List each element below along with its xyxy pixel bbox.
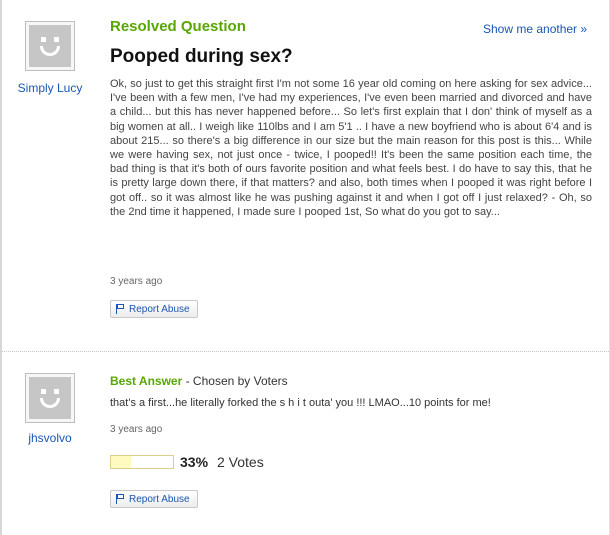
default-avatar-icon xyxy=(29,377,71,419)
best-answer-heading: Best Answer - Chosen by Voters xyxy=(110,374,288,388)
report-abuse-label: Report Abuse xyxy=(129,303,190,315)
best-answer-body: that's a first...he literally forked the… xyxy=(110,397,491,409)
answerer-avatar[interactable] xyxy=(25,373,75,423)
report-abuse-label: Report Abuse xyxy=(129,493,190,505)
flag-icon xyxy=(116,304,125,314)
resolved-question-heading: Resolved Question xyxy=(110,18,246,35)
default-avatar-icon xyxy=(29,25,71,67)
vote-percentage: 33% xyxy=(180,454,209,470)
answer-report-abuse-button[interactable]: Report Abuse xyxy=(110,490,198,508)
answer-timestamp: 3 years ago xyxy=(110,424,163,435)
chosen-by-voters-text: - Chosen by Voters xyxy=(185,374,288,388)
vote-percentage-fill xyxy=(111,456,132,468)
asker-avatar[interactable] xyxy=(25,21,75,71)
question-body: Ok, so just to get this straight first I… xyxy=(110,78,592,218)
show-me-another-link[interactable]: Show me another » xyxy=(483,22,587,36)
question-report-abuse-button[interactable]: Report Abuse xyxy=(110,300,198,318)
vote-percentage-bar xyxy=(110,455,174,469)
vote-count: 2 Votes xyxy=(217,454,264,470)
best-answer-label: Best Answer xyxy=(110,374,183,388)
flag-icon xyxy=(116,494,125,504)
asker-username[interactable]: Simply Lucy xyxy=(0,81,100,95)
answerer-username[interactable]: jhsvolvo xyxy=(0,431,100,445)
question-title: Pooped during sex? xyxy=(110,46,293,67)
section-divider xyxy=(2,351,609,352)
question-timestamp: 3 years ago xyxy=(110,276,163,287)
